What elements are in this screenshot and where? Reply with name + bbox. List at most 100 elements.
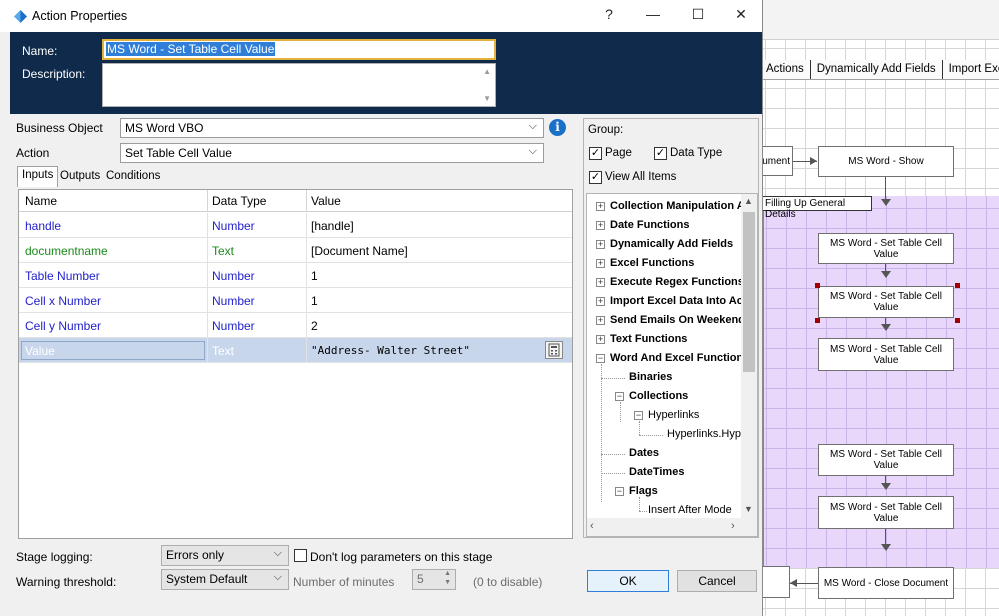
tree-node[interactable]: Date Functions	[610, 219, 689, 231]
stage-logging-value: Errors only	[166, 548, 225, 562]
cell-value[interactable]: 2	[311, 319, 318, 333]
tree-node[interactable]: Excel Functions	[610, 257, 694, 269]
cell-name: Table Number	[25, 269, 100, 283]
datatype-checkbox[interactable]: ✓	[654, 147, 667, 160]
expand-icon[interactable]: +	[596, 240, 605, 249]
table-row-selected[interactable]: Value Text "Address- Walter Street"	[19, 338, 572, 363]
cell-value[interactable]: 1	[311, 294, 318, 308]
tree-node[interactable]: Dates	[629, 447, 659, 459]
tab-conditions[interactable]: Conditions	[102, 168, 164, 186]
calculator-icon[interactable]	[545, 341, 563, 359]
expand-icon[interactable]: +	[596, 297, 605, 306]
help-button[interactable]: ?	[594, 6, 624, 28]
dont-log-checkbox[interactable]	[294, 549, 307, 562]
minutes-stepper[interactable]: 5 ▲ ▼	[412, 569, 456, 590]
expand-icon[interactable]: +	[596, 278, 605, 287]
cell-value[interactable]: 1	[311, 269, 318, 283]
tree-node[interactable]: Insert After Mode	[648, 504, 732, 516]
scroll-thumb[interactable]	[743, 212, 755, 372]
scroll-up-icon[interactable]: ▲	[483, 67, 491, 76]
tree-node[interactable]: Execute Regex Functions	[610, 276, 744, 288]
tree-node[interactable]: Hyperlinks	[648, 409, 699, 421]
tree-node[interactable]: Collections	[629, 390, 688, 402]
tree-node[interactable]: Binaries	[629, 371, 672, 383]
scroll-left-icon[interactable]: ‹	[590, 520, 594, 532]
tree-horizontal-scrollbar[interactable]: ‹ ›	[587, 518, 757, 536]
minimize-button[interactable]: —	[638, 6, 668, 28]
table-row[interactable]: documentname Text [Document Name]	[19, 238, 572, 263]
action-properties-dialog: Action Properties ? — ☐ ✕ Name: MS Word …	[0, 0, 763, 616]
page-checkbox[interactable]: ✓	[589, 147, 602, 160]
stepper-down-icon[interactable]: ▼	[444, 579, 451, 586]
tree-node[interactable]: Dynamically Add Fields	[610, 238, 733, 250]
flow-stage[interactable]: MS Word - Set Table Cell Value	[818, 496, 954, 529]
scroll-down-icon[interactable]: ▼	[483, 94, 491, 103]
expand-icon[interactable]: +	[596, 202, 605, 211]
description-input[interactable]: ▲ ▼	[102, 63, 496, 107]
close-button[interactable]: ✕	[726, 6, 756, 28]
block-label[interactable]: Filling Up General Details	[762, 196, 872, 220]
scroll-down-icon[interactable]: ▼	[744, 504, 753, 514]
warning-threshold-select[interactable]: System Default ⌵	[161, 569, 289, 590]
flow-stage[interactable]: MS Word - Set Table Cell Value	[818, 338, 954, 371]
tree-node[interactable]: DateTimes	[629, 466, 684, 478]
flow-stage[interactable]: MS Word - Set Table Cell Value	[818, 444, 954, 476]
tree-vertical-scrollbar[interactable]: ▲ ▼	[741, 194, 757, 518]
column-header-value[interactable]: Value	[311, 194, 341, 208]
resize-handle[interactable]	[955, 318, 960, 323]
cell-value[interactable]: [Document Name]	[311, 244, 408, 258]
flow-stage[interactable]: MS Word - Set Table Cell Value	[818, 233, 954, 264]
expand-icon[interactable]: +	[596, 221, 605, 230]
business-object-select[interactable]: MS Word VBO ⌵	[120, 118, 544, 138]
cell-name: Cell x Number	[25, 294, 102, 308]
canvas-toolbar	[760, 0, 999, 40]
canvas-tab[interactable]: Import Excel	[943, 60, 999, 79]
collapse-icon[interactable]: −	[634, 411, 643, 420]
canvas-tab[interactable]: Actions	[760, 60, 811, 79]
tree-node[interactable]: Collection Manipulation Ac	[610, 200, 751, 212]
tree-node[interactable]: Text Functions	[610, 333, 687, 345]
stepper-up-icon[interactable]: ▲	[444, 570, 451, 577]
tab-outputs[interactable]: Outputs	[56, 168, 104, 186]
flow-stage[interactable]: MS Word - Close Document	[818, 567, 954, 599]
viewall-checkbox[interactable]: ✓	[589, 171, 602, 184]
action-select[interactable]: Set Table Cell Value ⌵	[120, 143, 544, 163]
resize-handle[interactable]	[815, 283, 820, 288]
collapse-icon[interactable]: −	[596, 354, 605, 363]
expand-icon[interactable]: +	[596, 316, 605, 325]
table-row[interactable]: Table Number Number 1	[19, 263, 572, 288]
table-row[interactable]: handle Number [handle]	[19, 213, 572, 238]
cancel-button[interactable]: Cancel	[677, 570, 757, 592]
name-input[interactable]: MS Word - Set Table Cell Value	[102, 39, 496, 60]
column-header-type[interactable]: Data Type	[212, 194, 266, 208]
table-row[interactable]: Cell y Number Number 2	[19, 313, 572, 338]
canvas-tab[interactable]: Dynamically Add Fields	[811, 60, 943, 79]
table-row[interactable]: Cell x Number Number 1	[19, 288, 572, 313]
scroll-right-icon[interactable]: ›	[731, 520, 735, 532]
tab-inputs[interactable]: Inputs	[17, 166, 59, 187]
resize-handle[interactable]	[955, 283, 960, 288]
tree-node[interactable]: Word And Excel Functions	[610, 352, 749, 364]
tree-node[interactable]: Send Emails On Weekends	[610, 314, 751, 326]
tree-node[interactable]: Import Excel Data Into Acce	[610, 295, 755, 307]
cell-value[interactable]: [handle]	[311, 219, 354, 233]
expand-icon[interactable]: +	[596, 259, 605, 268]
flow-stage[interactable]: MS Word - Show	[818, 146, 954, 177]
scroll-up-icon[interactable]: ▲	[744, 196, 753, 206]
column-header-name[interactable]: Name	[25, 194, 57, 208]
info-icon[interactable]: i	[549, 119, 566, 136]
tree-node[interactable]: Flags	[629, 485, 658, 497]
tree-node[interactable]: Hyperlinks.Hype	[667, 428, 747, 440]
expand-icon[interactable]: +	[596, 335, 605, 344]
stage-logging-select[interactable]: Errors only ⌵	[161, 545, 289, 566]
action-tree[interactable]: + Collection Manipulation Ac + Date Func…	[586, 193, 758, 537]
arrow-icon	[881, 483, 891, 490]
ok-button[interactable]: OK	[587, 570, 669, 592]
collapse-icon[interactable]: −	[615, 392, 624, 401]
flow-stage-selected[interactable]: MS Word - Set Table Cell Value	[818, 286, 954, 318]
connector	[885, 529, 886, 545]
maximize-button[interactable]: ☐	[683, 6, 713, 28]
resize-handle[interactable]	[815, 318, 820, 323]
collapse-icon[interactable]: −	[615, 487, 624, 496]
cell-value[interactable]: "Address- Walter Street"	[311, 344, 470, 357]
